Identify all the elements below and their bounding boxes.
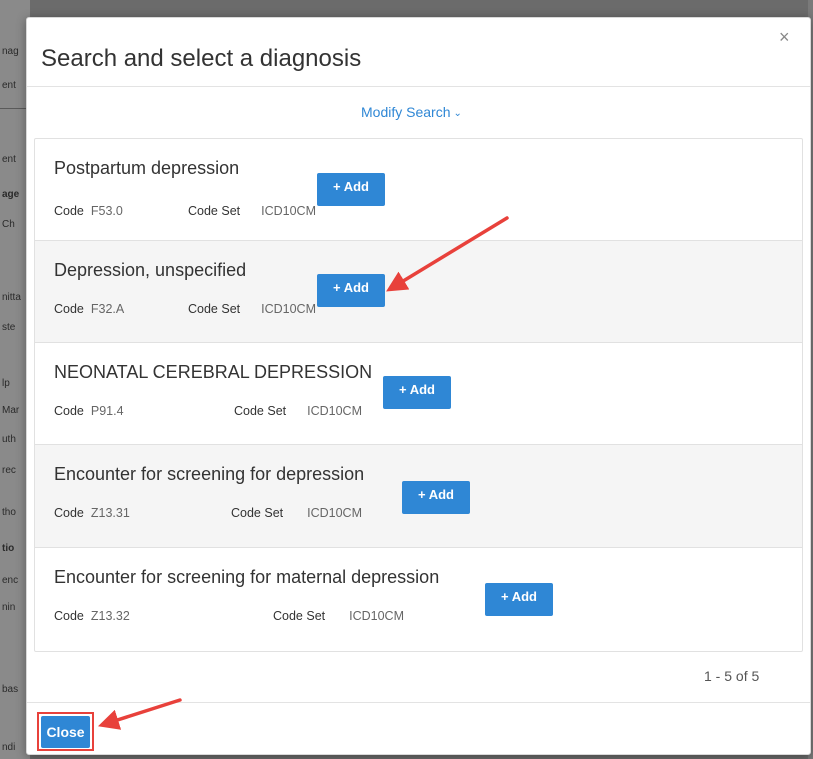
- code-value: Z13.31: [90, 506, 130, 520]
- footer-divider: [27, 702, 810, 703]
- header-divider: [27, 86, 810, 87]
- code-set-label: Code Set: [273, 609, 326, 623]
- diagnosis-name: Postpartum depression: [54, 158, 240, 178]
- code-set-field: Code Set ICD10CM: [231, 506, 362, 520]
- code-label: Code: [54, 302, 84, 316]
- add-button-label: + Add: [333, 179, 369, 194]
- close-x-icon[interactable]: ×: [779, 28, 790, 46]
- close-button[interactable]: Close: [41, 716, 90, 748]
- code-set-value: ICD10CM: [307, 506, 362, 520]
- code-field: Code P91.4: [54, 404, 124, 418]
- code-field: Code Z13.32: [54, 609, 130, 623]
- add-button-label: + Add: [333, 280, 369, 295]
- code-set-label: Code Set: [231, 506, 284, 520]
- result-row: NEONATAL CEREBRAL DEPRESSION Code P91.4 C…: [35, 343, 802, 445]
- add-diagnosis-button[interactable]: + Add: [402, 481, 470, 514]
- add-button-label: + Add: [501, 589, 537, 604]
- code-set-value: ICD10CM: [261, 302, 316, 316]
- code-set-label: Code Set: [234, 404, 287, 418]
- code-field: Code F53.0: [54, 204, 123, 218]
- code-set-value: ICD10CM: [307, 404, 362, 418]
- add-button-label: + Add: [399, 382, 435, 397]
- code-value: P91.4: [90, 404, 124, 418]
- code-set-field: Code Set ICD10CM: [234, 404, 362, 418]
- code-set-label: Code Set: [188, 204, 241, 218]
- diagnosis-name: NEONATAL CEREBRAL DEPRESSION: [54, 362, 373, 382]
- code-value: Z13.32: [90, 609, 130, 623]
- code-set-value: ICD10CM: [261, 204, 316, 218]
- diagnosis-search-modal: Search and select a diagnosis × Modify S…: [26, 17, 811, 755]
- code-value: F53.0: [90, 204, 123, 218]
- chevron-down-icon: ⌄: [453, 108, 462, 119]
- modal-title: Search and select a diagnosis: [41, 45, 362, 72]
- code-label: Code: [54, 506, 84, 520]
- code-set-label: Code Set: [188, 302, 241, 316]
- code-field: Code F32.A: [54, 302, 124, 316]
- result-row: Depression, unspecified Code F32.A Code S…: [35, 241, 802, 343]
- code-label: Code: [54, 609, 84, 623]
- add-diagnosis-button[interactable]: + Add: [485, 583, 553, 616]
- add-diagnosis-button[interactable]: + Add: [317, 173, 385, 206]
- code-label: Code: [54, 404, 84, 418]
- modify-search-label: Modify Search: [361, 104, 451, 120]
- diagnosis-name: Depression, unspecified: [54, 260, 247, 280]
- add-diagnosis-button[interactable]: + Add: [383, 376, 451, 409]
- modify-search-link[interactable]: Modify Search ⌄: [361, 104, 462, 120]
- code-set-field: Code Set ICD10CM: [273, 609, 404, 623]
- add-diagnosis-button[interactable]: + Add: [317, 274, 385, 307]
- code-field: Code Z13.31: [54, 506, 130, 520]
- diagnosis-name: Encounter for screening for depression: [54, 464, 365, 484]
- diagnosis-name: Encounter for screening for maternal dep…: [54, 567, 440, 587]
- result-row: Postpartum depression Code F53.0 Code Set…: [35, 139, 802, 241]
- results-list: Postpartum depression Code F53.0 Code Set…: [34, 138, 803, 652]
- add-button-label: + Add: [418, 487, 454, 502]
- result-row: Encounter for screening for depression C…: [35, 445, 802, 548]
- code-set-value: ICD10CM: [349, 609, 404, 623]
- code-set-field: Code Set ICD10CM: [188, 204, 316, 218]
- code-label: Code: [54, 204, 84, 218]
- pagination-summary: 1 - 5 of 5: [704, 668, 760, 684]
- code-value: F32.A: [90, 302, 125, 316]
- code-set-field: Code Set ICD10CM: [188, 302, 316, 316]
- result-row: Encounter for screening for maternal dep…: [35, 548, 802, 651]
